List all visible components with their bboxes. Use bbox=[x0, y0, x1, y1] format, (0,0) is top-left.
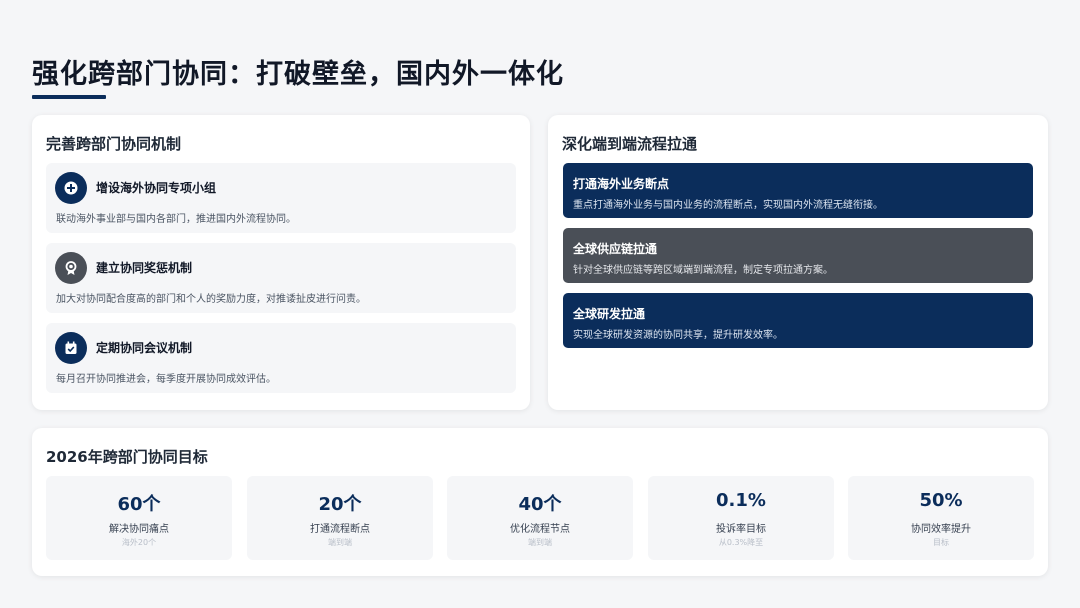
title-underline bbox=[32, 95, 106, 99]
process-item-overseas: 打通海外业务断点 重点打通海外业务与国内业务的流程断点，实现国内外流程无缝衔接。 bbox=[563, 163, 1033, 218]
goal-metric: 40个 优化流程节点 端到端 bbox=[447, 476, 633, 560]
goal-note: 端到端 bbox=[328, 538, 352, 547]
plus-circle-icon bbox=[55, 172, 87, 204]
goal-label: 解决协同痛点 bbox=[109, 524, 169, 535]
process-item-heading: 全球研发拉通 bbox=[573, 307, 646, 321]
goal-note: 海外20个 bbox=[121, 538, 157, 547]
process-item-heading: 打通海外业务断点 bbox=[573, 177, 670, 191]
goals-card: 2026年跨部门协同目标 60个 解决协同痛点 海外20个 20个 打通流程断点… bbox=[32, 428, 1048, 576]
process-card-title: 深化端到端流程拉通 bbox=[562, 135, 698, 153]
process-item-description: 重点打通海外业务与国内业务的流程断点，实现国内外流程无缝衔接。 bbox=[573, 200, 883, 211]
mechanism-item-description: 联动海外事业部与国内各部门，推进国内外流程协同。 bbox=[56, 214, 296, 225]
goal-label: 协同效率提升 bbox=[911, 524, 971, 535]
goal-note: 端到端 bbox=[528, 538, 552, 547]
award-icon bbox=[55, 252, 87, 284]
goal-value: 50% bbox=[919, 490, 963, 511]
mechanism-item-heading: 定期协同会议机制 bbox=[96, 341, 193, 355]
goal-label: 优化流程节点 bbox=[510, 524, 570, 535]
goal-note: 目标 bbox=[933, 538, 949, 547]
process-item-description: 针对全球供应链等跨区域端到端流程，制定专项拉通方案。 bbox=[573, 265, 833, 276]
page-header: 强化跨部门协同：打破壁垒，国内外一体化 bbox=[32, 52, 564, 91]
goal-value: 60个 bbox=[117, 494, 161, 515]
process-item-rnd: 全球研发拉通 实现全球研发资源的协同共享，提升研发效率。 bbox=[563, 293, 1033, 348]
goal-value: 20个 bbox=[318, 494, 362, 515]
mechanism-item-heading: 建立协同奖惩机制 bbox=[96, 261, 193, 275]
mechanism-item-regular-meeting: 定期协同会议机制 每月召开协同推进会，每季度开展协同成效评估。 bbox=[46, 323, 516, 393]
goal-note: 从0.3%降至 bbox=[718, 538, 764, 547]
mechanism-item-heading: 增设海外协同专项小组 bbox=[96, 181, 217, 195]
goal-value: 40个 bbox=[518, 494, 562, 515]
goal-value: 0.1% bbox=[716, 490, 766, 511]
mechanism-item-description: 每月召开协同推进会，每季度开展协同成效评估。 bbox=[56, 374, 276, 385]
mechanism-item-overseas-group: 增设海外协同专项小组 联动海外事业部与国内各部门，推进国内外流程协同。 bbox=[46, 163, 516, 233]
goal-metric: 0.1% 投诉率目标 从0.3%降至 bbox=[648, 476, 834, 560]
process-item-description: 实现全球研发资源的协同共享，提升研发效率。 bbox=[573, 330, 783, 341]
mechanism-card: 完善跨部门协同机制 增设海外协同专项小组 联动海外事业部与国内各部门，推进国内外… bbox=[32, 115, 530, 410]
mechanism-item-reward-penalty: 建立协同奖惩机制 加大对协同配合度高的部门和个人的奖励力度，对推诿扯皮进行问责。 bbox=[46, 243, 516, 313]
process-card: 深化端到端流程拉通 打通海外业务断点 重点打通海外业务与国内业务的流程断点，实现… bbox=[548, 115, 1048, 410]
goal-label: 打通流程断点 bbox=[310, 524, 370, 535]
mechanism-card-title: 完善跨部门协同机制 bbox=[46, 135, 182, 153]
process-item-supply-chain: 全球供应链拉通 针对全球供应链等跨区域端到端流程，制定专项拉通方案。 bbox=[563, 228, 1033, 283]
process-item-heading: 全球供应链拉通 bbox=[573, 242, 658, 256]
goal-metric: 50% 协同效率提升 目标 bbox=[848, 476, 1034, 560]
goal-label: 投诉率目标 bbox=[716, 524, 766, 535]
goals-card-title: 2026年跨部门协同目标 bbox=[46, 448, 208, 466]
page-title: 强化跨部门协同：打破壁垒，国内外一体化 bbox=[32, 59, 564, 90]
mechanism-item-description: 加大对协同配合度高的部门和个人的奖励力度，对推诿扯皮进行问责。 bbox=[56, 294, 366, 305]
goal-metric: 20个 打通流程断点 端到端 bbox=[247, 476, 433, 560]
goal-metric: 60个 解决协同痛点 海外20个 bbox=[46, 476, 232, 560]
calendar-check-icon bbox=[55, 332, 87, 364]
